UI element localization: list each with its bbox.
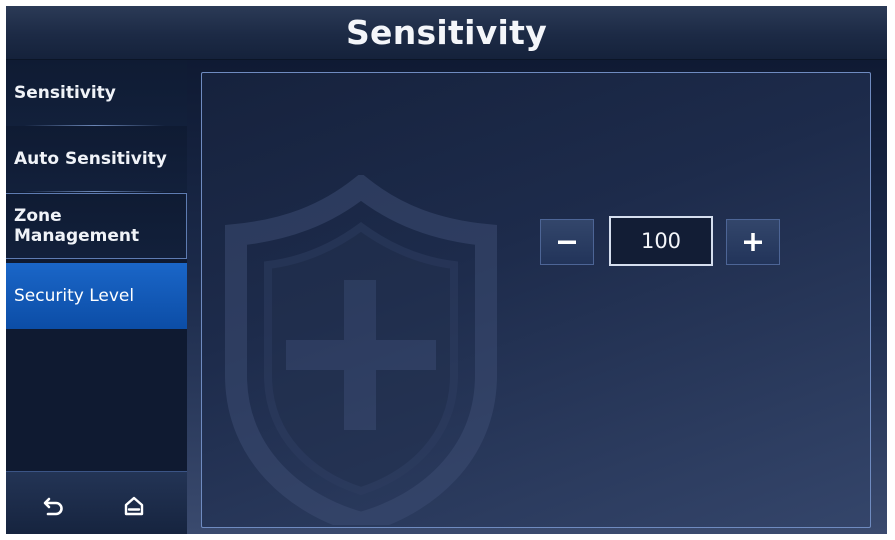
main-content: 100: [187, 60, 887, 534]
title-bar: Sensitivity: [6, 6, 887, 60]
back-arrow-icon: [43, 497, 63, 516]
sidebar-item-security-level[interactable]: Security Level: [6, 263, 187, 329]
increase-button[interactable]: [726, 219, 780, 265]
bottom-nav-bar: [6, 471, 187, 534]
value-text: 100: [640, 229, 682, 253]
sidebar-item-auto-sensitivity[interactable]: Auto Sensitivity: [6, 126, 187, 192]
decrease-button[interactable]: [540, 219, 594, 265]
divider: [24, 191, 165, 192]
back-button[interactable]: [36, 488, 72, 524]
value-field[interactable]: 100: [609, 216, 713, 266]
home-icon: [124, 496, 144, 516]
sidebar-item-label: Security Level: [14, 286, 135, 306]
minus-icon: [558, 240, 576, 244]
sidebar-item-label: Sensitivity: [14, 83, 116, 103]
page-title: Sensitivity: [345, 13, 548, 52]
sidebar-item-sensitivity[interactable]: Sensitivity: [6, 60, 187, 126]
sidebar-item-zone-management[interactable]: Zone Management: [6, 193, 187, 259]
plus-icon: [744, 233, 762, 251]
app-screen: Sensitivity Sensitivity Auto Sensitivity…: [0, 0, 895, 540]
sidebar-item-label: Zone Management: [14, 206, 140, 246]
shield-plus-icon: [225, 175, 497, 525]
home-button[interactable]: [116, 488, 152, 524]
sidebar: Sensitivity Auto Sensitivity Zone Manage…: [6, 60, 187, 534]
settings-panel: 100: [201, 72, 871, 528]
sidebar-item-label: Auto Sensitivity: [14, 149, 167, 169]
